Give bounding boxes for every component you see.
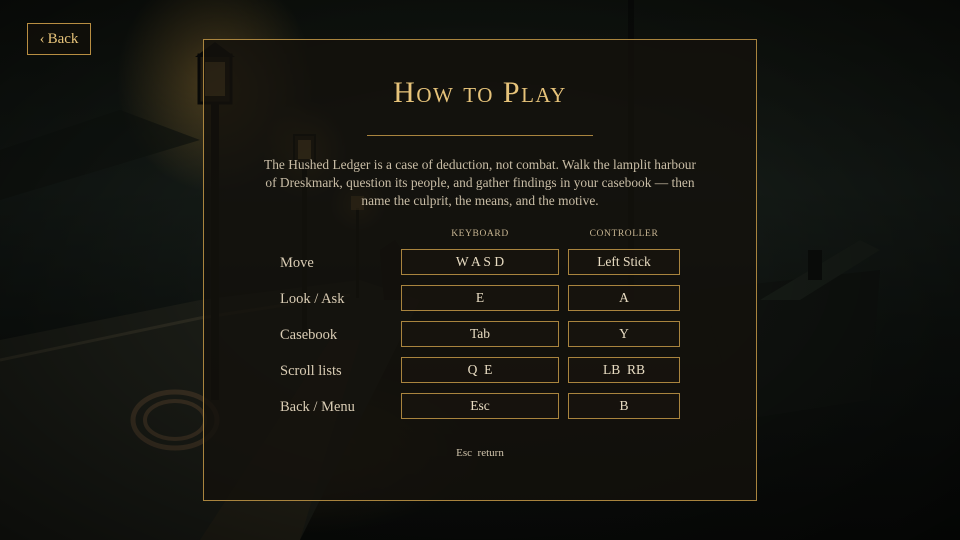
keyboard-binding[interactable]: E: [401, 285, 559, 311]
intro-text: The Hushed Ledger is a case of deduction…: [264, 157, 696, 208]
control-row-label: Casebook: [280, 327, 338, 343]
keyboard-column-header: KEYBOARD: [451, 229, 509, 239]
back-button-label: Back: [47, 30, 79, 47]
keyboard-binding[interactable]: Tab: [401, 321, 559, 347]
keyboard-binding[interactable]: Q E: [401, 357, 559, 383]
footer-hint: Esc return: [456, 447, 504, 459]
control-row-label: Look / Ask: [280, 291, 345, 307]
title-divider: [367, 135, 593, 136]
keyboard-binding[interactable]: Esc: [401, 393, 559, 419]
control-row-label: Move: [280, 255, 314, 271]
controller-binding[interactable]: A: [568, 285, 680, 311]
controller-binding[interactable]: B: [568, 393, 680, 419]
chevron-left-icon: ‹: [39, 30, 45, 47]
keyboard-binding[interactable]: W A S D: [401, 249, 559, 275]
controller-column-header: CONTROLLER: [589, 229, 659, 239]
control-row-label: Scroll lists: [280, 363, 342, 379]
controller-binding[interactable]: Left Stick: [568, 249, 680, 275]
back-button[interactable]: ‹ Back: [27, 23, 91, 55]
controller-binding[interactable]: Y: [568, 321, 680, 347]
controller-binding[interactable]: LB RB: [568, 357, 680, 383]
control-row-label: Back / Menu: [280, 399, 355, 415]
page-title: How to Play: [393, 76, 567, 109]
